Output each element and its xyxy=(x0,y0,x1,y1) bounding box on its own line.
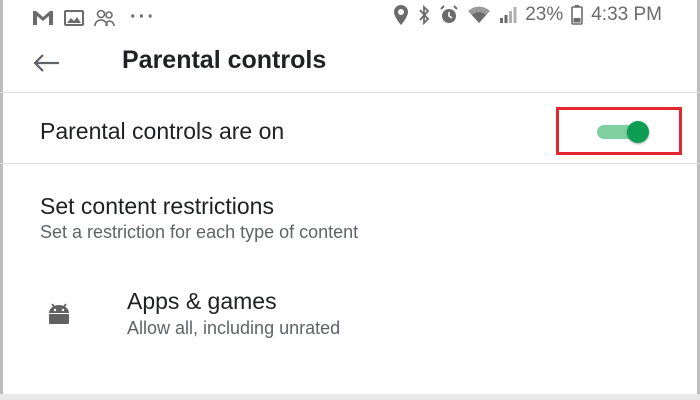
bluetooth-icon xyxy=(417,5,431,25)
content-restrictions-subtitle: Set a restriction for each type of conte… xyxy=(40,222,359,242)
android-icon xyxy=(44,302,74,326)
back-button[interactable] xyxy=(28,48,64,78)
switch-thumb xyxy=(627,121,649,143)
people-icon xyxy=(94,9,116,27)
frame-bottom-edge xyxy=(0,394,700,400)
toggle-label: Parental controls are on xyxy=(40,118,285,144)
signal-icon xyxy=(499,7,517,23)
gmail-icon xyxy=(32,10,54,26)
wifi-icon xyxy=(467,6,491,24)
apps-games-title: Apps & games xyxy=(127,288,277,314)
location-icon xyxy=(393,5,409,25)
status-left-icons: ··· xyxy=(32,6,156,29)
page-title: Parental controls xyxy=(122,46,327,74)
list-item-apps-games[interactable]: Apps & games Allow all, including unrate… xyxy=(0,280,700,350)
more-dots-icon: ··· xyxy=(130,6,156,28)
status-right-icons: 23% 4:33 PM xyxy=(393,4,662,26)
parental-controls-switch[interactable] xyxy=(597,121,655,143)
battery-icon xyxy=(571,5,584,25)
apps-games-subtitle: Allow all, including unrated xyxy=(127,318,341,338)
alarm-icon xyxy=(439,5,459,25)
status-bar: ··· 23% 4:33 PM xyxy=(0,0,700,34)
app-bar: Parental controls xyxy=(0,34,700,93)
content-restrictions-title: Set content restrictions xyxy=(40,193,274,219)
photo-icon xyxy=(64,9,84,26)
clock-time: 4:33 PM xyxy=(591,4,662,25)
arrow-left-icon xyxy=(32,53,60,73)
battery-percent: 23% xyxy=(525,4,564,25)
